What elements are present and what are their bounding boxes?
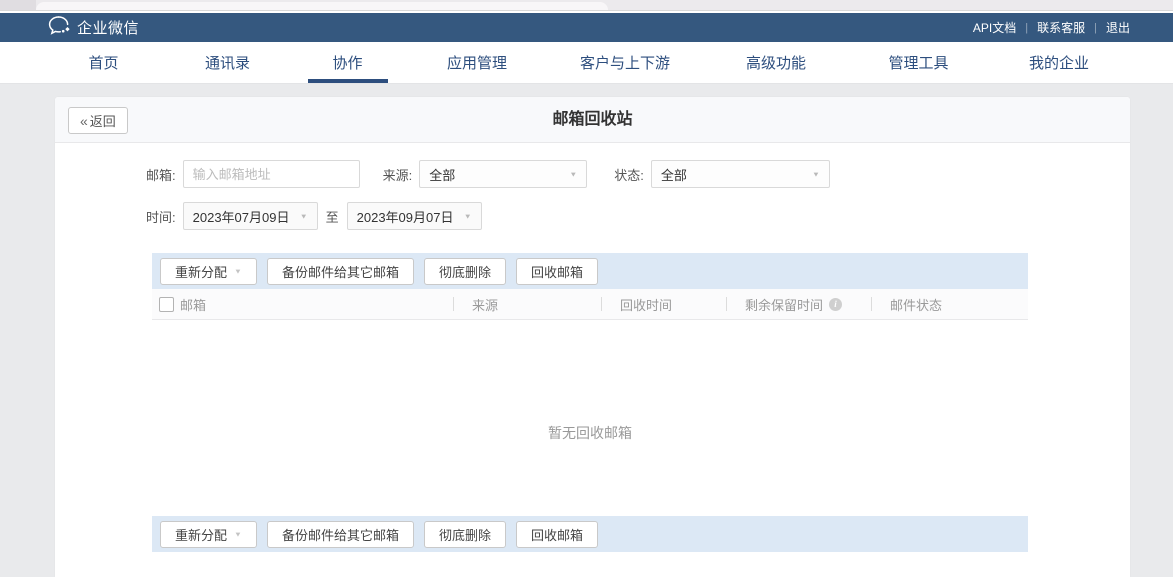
nav-item-customers[interactable]: 客户与上下游 [547,42,703,83]
email-filter-label: 邮箱: [146,165,176,184]
recycle-mailbox-button-label: 回收邮箱 [531,262,583,281]
nav-item-collaboration[interactable]: 协作 [288,42,407,83]
status-select-value: 全部 [661,165,687,184]
filter-row-1: 邮箱: 来源: 全部 ▼ 状态: 全部 ▼ [146,160,830,188]
toolbar-top: 重新分配 ▼ 备份邮件给其它邮箱 彻底删除 回收邮箱 [152,253,1028,289]
chevron-down-icon: ▼ [464,212,472,220]
recycle-mailbox-button[interactable]: 回收邮箱 [516,258,598,285]
browser-tab [36,2,608,10]
toolbar-bottom: 重新分配 ▼ 备份邮件给其它邮箱 彻底删除 回收邮箱 [152,516,1028,552]
nav-item-advanced[interactable]: 高级功能 [703,42,849,83]
nav-item-label: 应用管理 [447,52,507,73]
column-label: 邮件状态 [890,295,942,314]
nav-item-contacts[interactable]: 通讯录 [167,42,288,83]
nav-item-label: 首页 [88,52,118,73]
chat-bubble-icon [48,15,70,41]
card-header: « 返回 邮箱回收站 [55,97,1130,143]
nav-item-admin-tools[interactable]: 管理工具 [849,42,988,83]
empty-state-text: 暂无回收邮箱 [152,423,1028,443]
backup-mail-button-label: 备份邮件给其它邮箱 [282,525,399,544]
column-header-mailbox: 邮箱 [180,289,453,319]
column-header-retention: 剩余保留时间 i [726,289,871,319]
header-links: API文档 | 联系客服 | 退出 [973,19,1130,36]
date-to-select[interactable]: 2023年09月07日 ▼ [347,202,482,230]
column-label: 回收时间 [620,295,672,314]
nav-item-my-company[interactable]: 我的企业 [988,42,1130,83]
select-all-cell [152,289,180,319]
nav-item-label: 高级功能 [746,52,806,73]
column-header-mail-status: 邮件状态 [871,289,1028,319]
reassign-button[interactable]: 重新分配 ▼ [160,258,257,285]
source-filter-label: 来源: [383,165,413,184]
backup-mail-button-label: 备份邮件给其它邮箱 [282,262,399,281]
link-separator: | [1094,22,1097,34]
reassign-button-label: 重新分配 [175,525,227,544]
column-header-recycle-time: 回收时间 [601,289,726,319]
nav-item-label: 通讯录 [205,52,250,73]
browser-chrome-strip [0,0,1173,10]
chevron-down-icon: ▼ [812,170,820,178]
chevron-down-icon: ▼ [234,530,242,538]
column-label: 来源 [472,295,498,314]
backup-mail-button[interactable]: 备份邮件给其它邮箱 [267,521,414,548]
delete-permanently-button[interactable]: 彻底删除 [424,521,506,548]
column-label: 邮箱 [180,295,206,314]
backup-mail-button[interactable]: 备份邮件给其它邮箱 [267,258,414,285]
source-select-value: 全部 [429,165,455,184]
chevron-down-icon: ▼ [300,212,308,220]
nav-item-label: 客户与上下游 [580,52,670,73]
nav-item-app-management[interactable]: 应用管理 [407,42,547,83]
filter-row-2: 时间: 2023年07月09日 ▼ 至 2023年09月07日 ▼ [146,202,482,230]
nav-item-label: 协作 [332,52,362,73]
content-card: « 返回 邮箱回收站 邮箱: 来源: 全部 ▼ 状态: 全部 ▼ 时间: 202… [55,97,1130,577]
nav-item-label: 管理工具 [888,52,948,73]
recycle-mailbox-button[interactable]: 回收邮箱 [516,521,598,548]
column-header-source: 来源 [453,289,601,319]
delete-permanently-button[interactable]: 彻底删除 [424,258,506,285]
delete-permanently-button-label: 彻底删除 [439,262,491,281]
date-from-value: 2023年07月09日 [193,207,290,226]
email-search-input[interactable] [183,160,360,188]
app-header: 企业微信 API文档 | 联系客服 | 退出 [0,13,1173,42]
browser-corner [0,0,36,10]
main-nav: 首页 通讯录 协作 应用管理 客户与上下游 高级功能 管理工具 我的企业 [0,42,1173,84]
select-all-checkbox[interactable] [159,297,174,312]
link-separator: | [1025,22,1028,34]
contact-support-link[interactable]: 联系客服 [1037,19,1085,36]
status-select[interactable]: 全部 ▼ [651,160,830,188]
time-filter-label: 时间: [146,207,176,226]
info-icon[interactable]: i [829,298,842,311]
status-filter-label: 状态: [614,165,644,184]
wechat-work-logo[interactable]: 企业微信 [48,15,139,41]
date-to-value: 2023年09月07日 [357,207,454,226]
chevron-down-icon: ▼ [569,170,577,178]
page-title: 邮箱回收站 [55,97,1130,143]
date-from-select[interactable]: 2023年07月09日 ▼ [183,202,318,230]
reassign-button[interactable]: 重新分配 ▼ [160,521,257,548]
source-select[interactable]: 全部 ▼ [419,160,587,188]
column-label: 剩余保留时间 [745,295,823,314]
api-docs-link[interactable]: API文档 [973,19,1016,36]
logo-text: 企业微信 [77,17,139,38]
logout-link[interactable]: 退出 [1106,19,1130,36]
reassign-button-label: 重新分配 [175,262,227,281]
date-range-separator: 至 [326,207,339,226]
nav-item-home[interactable]: 首页 [40,42,167,83]
table-header: 邮箱 来源 回收时间 剩余保留时间 i 邮件状态 [152,289,1028,320]
chevron-down-icon: ▼ [234,267,242,275]
delete-permanently-button-label: 彻底删除 [439,525,491,544]
recycle-mailbox-button-label: 回收邮箱 [531,525,583,544]
nav-item-label: 我的企业 [1029,52,1089,73]
